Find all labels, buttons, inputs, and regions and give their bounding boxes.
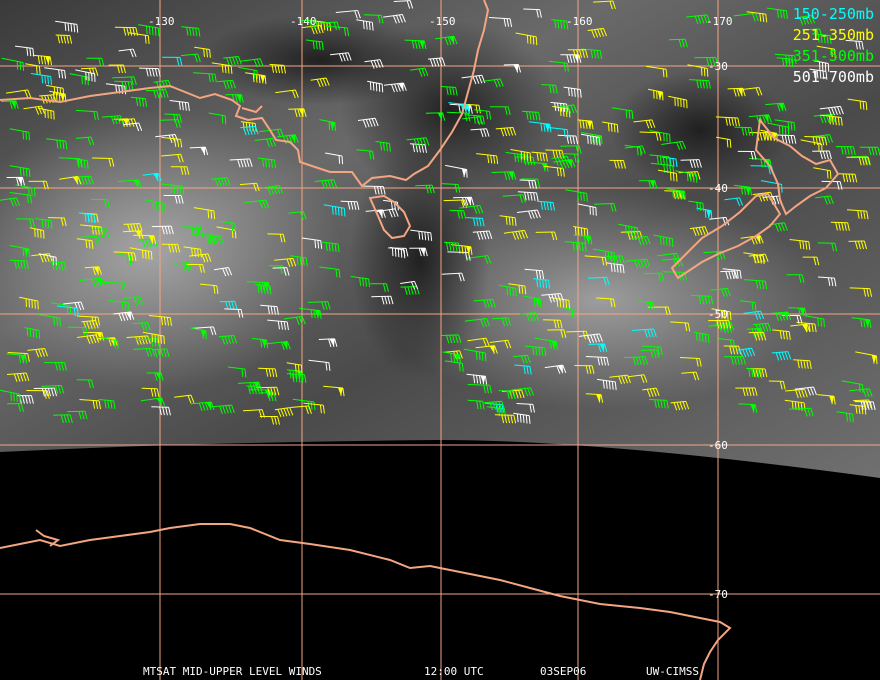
longitude-label: -140 (290, 15, 317, 28)
latitude-label: -40 (708, 182, 728, 195)
longitude-label: -130 (148, 15, 175, 28)
latitude-label: -30 (708, 60, 728, 73)
longitude-label: -160 (566, 15, 593, 28)
legend-entry-501-700: 501-700mb (792, 68, 874, 86)
satellite-map: -130 -140 -150 -160 -170 -30 -40 -50 -60 -70 (0, 0, 880, 680)
legend-entry-351-500: 351-500mb (792, 47, 874, 65)
footer-source: UW-CIMSS (646, 665, 699, 678)
legend-entry-150-250: 150-250mb (792, 5, 874, 23)
latitude-label: -60 (708, 439, 728, 452)
latitude-label: -70 (708, 588, 728, 601)
longitude-label: -150 (429, 15, 456, 28)
water-vapor-imagery (0, 0, 880, 478)
legend-entry-251-350: 251-350mb (792, 26, 874, 44)
latitude-label: -50 (708, 308, 728, 321)
footer-product: MTSAT MID-UPPER LEVEL WINDS (143, 665, 322, 678)
antarctica-coast (0, 523, 732, 680)
altitude-legend: 150-250mb 251-350mb 351-500mb 501-700mb (793, 4, 874, 88)
longitude-label: -170 (706, 15, 733, 28)
footer-time: 12:00 UTC (424, 665, 484, 678)
footer: MTSAT MID-UPPER LEVEL WINDS 12:00 UTC 03… (0, 664, 880, 678)
footer-date: 03SEP06 (540, 665, 587, 678)
